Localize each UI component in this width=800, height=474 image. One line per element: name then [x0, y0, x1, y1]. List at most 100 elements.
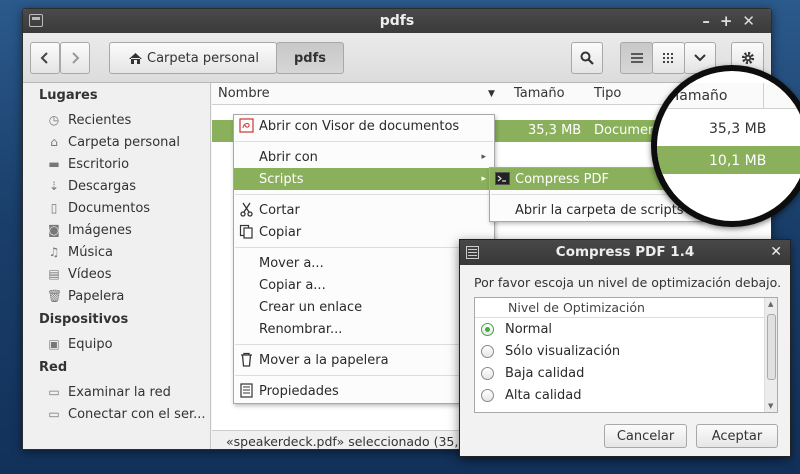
- sidebar-section-devices: Dispositivos: [39, 312, 129, 327]
- grid-icon: [663, 52, 673, 63]
- optimization-list: Nivel de Optimización Normal Sólo visual…: [474, 297, 778, 413]
- window-title: pdfs: [379, 13, 415, 29]
- submenu-arrow-icon: ▸: [481, 152, 486, 162]
- scrollbar-thumb[interactable]: [767, 314, 776, 380]
- magnified-size-2: 10,1 MB: [709, 153, 767, 169]
- menu-separator: [235, 141, 493, 142]
- list-scrollbar[interactable]: ▲ ▼: [764, 298, 777, 412]
- radio-icon[interactable]: [481, 344, 494, 358]
- radio-icon[interactable]: [481, 366, 494, 380]
- radio-selected-icon[interactable]: [481, 322, 494, 336]
- menu-separator: [235, 194, 493, 195]
- scroll-down-icon[interactable]: ▼: [768, 402, 773, 410]
- menu-item-rename[interactable]: Renombrar...: [234, 318, 494, 340]
- radio-icon[interactable]: [481, 388, 494, 402]
- column-type[interactable]: Tipo: [594, 86, 621, 101]
- clock-icon: ◷: [48, 113, 60, 127]
- sidebar-item-downloads[interactable]: ⇣ Descargas: [23, 175, 210, 197]
- menu-item-scripts[interactable]: Scripts ▸: [234, 168, 494, 190]
- maximize-button[interactable]: +: [720, 12, 743, 30]
- option-high[interactable]: Alta calidad: [475, 384, 777, 406]
- list-view-button[interactable]: [620, 42, 653, 74]
- sidebar-section-places: Lugares: [39, 88, 98, 103]
- menu-item-open-scripts-folder[interactable]: Abrir la carpeta de scripts: [490, 199, 702, 221]
- sidebar-item-home[interactable]: ⌂ Carpeta personal: [23, 131, 210, 153]
- music-icon: ♫: [48, 245, 60, 259]
- dialog-prompt: Por favor escoja un nivel de optimizació…: [474, 275, 782, 290]
- scissors-icon: [240, 202, 253, 217]
- drive-icon: ▣: [48, 337, 60, 351]
- window-titlebar: pdfs –+✕: [23, 9, 771, 33]
- forward-button[interactable]: [60, 42, 90, 74]
- dialog-list-icon: [466, 246, 479, 259]
- sidebar-item-music[interactable]: ♫ Música: [23, 241, 210, 263]
- menu-item-move-to[interactable]: Mover a...: [234, 252, 494, 274]
- cancel-button[interactable]: Cancelar: [604, 424, 687, 448]
- menu-item-copy[interactable]: Copiar: [234, 221, 494, 243]
- sidebar-item-desktop[interactable]: ▬ Escritorio: [23, 153, 210, 175]
- close-button[interactable]: ✕: [742, 12, 765, 30]
- menu-separator: [235, 247, 493, 248]
- menu-item-open-with[interactable]: Abrir con ▸: [234, 146, 494, 168]
- sidebar: Lugares ◷ Recientes ⌂ Carpeta personal ▬ Es…: [23, 83, 211, 449]
- server-icon: ▭: [48, 407, 60, 421]
- chevron-left-icon: [40, 52, 48, 64]
- trash-icon: 🗑: [47, 289, 63, 303]
- menu-item-create-link[interactable]: Crear un enlace: [234, 296, 494, 318]
- chevron-down-icon: [694, 54, 706, 62]
- search-button[interactable]: [571, 42, 603, 74]
- desktop-icon: ▬: [48, 157, 60, 171]
- sidebar-item-connect-server[interactable]: ▭ Conectar con el ser...: [23, 403, 210, 425]
- scroll-up-icon[interactable]: ▲: [768, 300, 773, 308]
- option-screen[interactable]: Sólo visualización: [475, 340, 777, 362]
- document-icon: ▯: [50, 201, 58, 215]
- sidebar-item-pictures[interactable]: ◙ Imágenes: [23, 219, 210, 241]
- accept-button[interactable]: Aceptar: [696, 424, 778, 448]
- menu-item-cut[interactable]: Cortar: [234, 199, 494, 221]
- network-icon: ▭: [48, 385, 60, 399]
- column-size[interactable]: Tamaño: [514, 86, 565, 101]
- toolbar: Carpeta personal pdfs: [23, 33, 771, 83]
- magnified-column-size: Tamaño: [673, 88, 728, 104]
- list-icon: [630, 53, 643, 63]
- column-name[interactable]: Nombre: [218, 86, 270, 101]
- window-menu-icon[interactable]: [29, 14, 43, 27]
- back-button[interactable]: [30, 42, 60, 74]
- camera-icon: ◙: [48, 223, 60, 237]
- sidebar-item-documents[interactable]: ▯ Documentos: [23, 197, 210, 219]
- document-viewer-icon: [239, 118, 254, 133]
- magnified-size-1: 35,3 MB: [709, 121, 767, 137]
- menu-item-copy-to[interactable]: Copiar a...: [234, 274, 494, 296]
- menu-item-open-viewer[interactable]: Abrir con Visor de documentos: [234, 115, 494, 137]
- magnifier-lens: Tamaño 35,3 MB 10,1 MB: [651, 65, 800, 227]
- terminal-icon: [495, 172, 510, 185]
- menu-separator: [235, 344, 493, 345]
- copy-icon: [239, 224, 253, 239]
- option-low[interactable]: Baja calidad: [475, 362, 777, 384]
- home-icon: [129, 52, 142, 64]
- option-normal[interactable]: Normal: [475, 318, 777, 340]
- sidebar-item-videos[interactable]: ▤ Vídeos: [23, 263, 210, 285]
- search-icon: [580, 51, 594, 65]
- path-label-home: Carpeta personal: [147, 50, 259, 66]
- grid-view-button[interactable]: [652, 42, 685, 74]
- dialog-titlebar: Compress PDF 1.4 ✕: [460, 240, 790, 265]
- sidebar-section-network: Red: [39, 360, 68, 375]
- sidebar-item-recent[interactable]: ◷ Recientes: [23, 109, 210, 131]
- menu-item-properties[interactable]: Propiedades: [234, 380, 494, 402]
- sidebar-item-trash[interactable]: 🗑 Papelera: [23, 285, 210, 307]
- home-icon: ⌂: [50, 135, 58, 149]
- properties-icon: [240, 383, 253, 398]
- sidebar-item-browse-network[interactable]: ▭ Examinar la red: [23, 381, 210, 403]
- sidebar-item-computer[interactable]: ▣ Equipo: [23, 333, 210, 355]
- minimize-button[interactable]: –: [702, 12, 720, 30]
- trash-icon: [241, 352, 252, 367]
- menu-separator: [235, 375, 493, 376]
- path-button-home[interactable]: Carpeta personal: [109, 42, 277, 74]
- path-button-current[interactable]: pdfs: [276, 42, 344, 74]
- compress-pdf-dialog: Compress PDF 1.4 ✕ Por favor escoja un n…: [459, 239, 791, 457]
- menu-item-trash[interactable]: Mover a la papelera: [234, 349, 494, 371]
- sort-down-icon[interactable]: ▼: [488, 89, 495, 99]
- close-icon[interactable]: ✕: [770, 240, 782, 265]
- context-menu: Abrir con Visor de documentos Abrir con ▸…: [233, 114, 495, 404]
